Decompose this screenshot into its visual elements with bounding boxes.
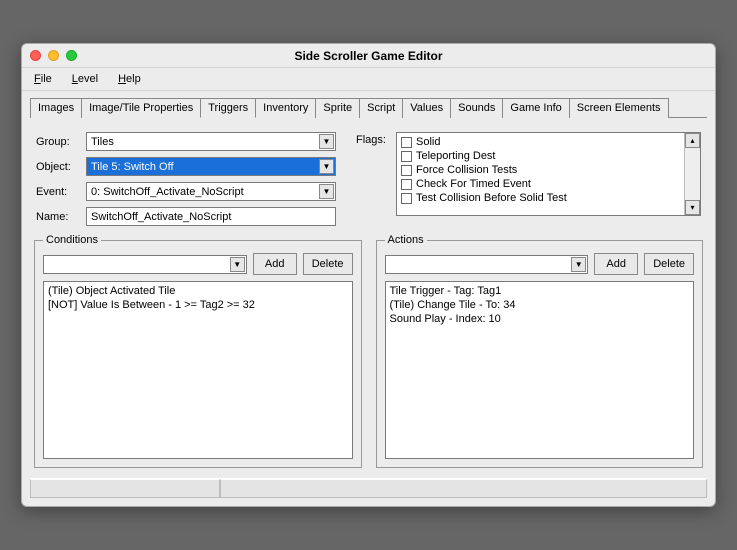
menu-level[interactable]: Level bbox=[68, 71, 102, 87]
conditions-add-button[interactable]: Add bbox=[253, 253, 297, 275]
conditions-group: Conditions ▼ Add Delete (Tile) Object Ac… bbox=[34, 240, 362, 468]
zoom-icon[interactable] bbox=[66, 50, 77, 61]
conditions-combo[interactable]: ▼ bbox=[43, 255, 247, 274]
chevron-down-icon[interactable]: ▼ bbox=[319, 184, 334, 199]
status-cell bbox=[30, 479, 220, 498]
flag-item[interactable]: Force Collision Tests bbox=[401, 163, 680, 177]
menu-file[interactable]: File bbox=[30, 71, 56, 87]
checkbox-icon[interactable] bbox=[401, 179, 412, 190]
name-field[interactable]: SwitchOff_Activate_NoScript bbox=[86, 207, 336, 226]
tab-inventory[interactable]: Inventory bbox=[255, 98, 316, 118]
scroll-down-icon[interactable]: ▾ bbox=[685, 200, 700, 215]
window-title: Side Scroller Game Editor bbox=[22, 49, 715, 63]
app-window: Side Scroller Game Editor File Level Hel… bbox=[21, 43, 716, 507]
flags-listbox[interactable]: Solid Teleporting Dest Force Collision T… bbox=[396, 132, 701, 216]
flag-item[interactable]: Teleporting Dest bbox=[401, 149, 680, 163]
flag-item[interactable]: Test Collision Before Solid Test bbox=[401, 191, 680, 205]
scroll-up-icon[interactable]: ▴ bbox=[685, 133, 700, 148]
conditions-legend: Conditions bbox=[43, 234, 101, 246]
checkbox-icon[interactable] bbox=[401, 193, 412, 204]
tab-image-tile-properties[interactable]: Image/Tile Properties bbox=[81, 98, 201, 118]
checkbox-icon[interactable] bbox=[401, 151, 412, 162]
titlebar: Side Scroller Game Editor bbox=[22, 44, 715, 68]
group-combo[interactable]: Tiles ▼ bbox=[86, 132, 336, 151]
chevron-down-icon[interactable]: ▼ bbox=[230, 257, 245, 272]
close-icon[interactable] bbox=[30, 50, 41, 61]
list-item[interactable]: (Tile) Object Activated Tile bbox=[48, 284, 348, 298]
list-item[interactable]: (Tile) Change Tile - To: 34 bbox=[390, 298, 690, 312]
minimize-icon[interactable] bbox=[48, 50, 59, 61]
event-combo[interactable]: 0: SwitchOff_Activate_NoScript ▼ bbox=[86, 182, 336, 201]
chevron-down-icon[interactable]: ▼ bbox=[319, 134, 334, 149]
tabstrip: Images Image/Tile Properties Triggers In… bbox=[30, 97, 707, 118]
event-combo-value: 0: SwitchOff_Activate_NoScript bbox=[91, 186, 244, 198]
actions-group: Actions ▼ Add Delete Tile Trigger - Tag:… bbox=[376, 240, 704, 468]
tab-script[interactable]: Script bbox=[359, 98, 403, 118]
conditions-list[interactable]: (Tile) Object Activated Tile [NOT] Value… bbox=[43, 281, 353, 459]
object-combo-value: Tile 5: Switch Off bbox=[91, 161, 174, 173]
label-object: Object: bbox=[36, 161, 86, 173]
label-group: Group: bbox=[36, 136, 86, 148]
checkbox-icon[interactable] bbox=[401, 165, 412, 176]
flags-scrollbar[interactable]: ▴ ▾ bbox=[684, 133, 700, 215]
actions-legend: Actions bbox=[385, 234, 427, 246]
status-bar bbox=[30, 478, 707, 498]
window-controls bbox=[30, 50, 77, 61]
menubar: File Level Help bbox=[22, 68, 715, 91]
tab-values[interactable]: Values bbox=[402, 98, 451, 118]
list-item[interactable]: Sound Play - Index: 10 bbox=[390, 312, 690, 326]
chevron-down-icon[interactable]: ▼ bbox=[571, 257, 586, 272]
checkbox-icon[interactable] bbox=[401, 137, 412, 148]
name-field-value: SwitchOff_Activate_NoScript bbox=[91, 211, 231, 223]
object-combo[interactable]: Tile 5: Switch Off ▼ bbox=[86, 157, 336, 176]
actions-delete-button[interactable]: Delete bbox=[644, 253, 694, 275]
tab-game-info[interactable]: Game Info bbox=[502, 98, 569, 118]
conditions-delete-button[interactable]: Delete bbox=[303, 253, 353, 275]
actions-list[interactable]: Tile Trigger - Tag: Tag1 (Tile) Change T… bbox=[385, 281, 695, 459]
tab-triggers[interactable]: Triggers bbox=[200, 98, 256, 118]
actions-add-button[interactable]: Add bbox=[594, 253, 638, 275]
chevron-down-icon[interactable]: ▼ bbox=[319, 159, 334, 174]
label-event: Event: bbox=[36, 186, 86, 198]
label-name: Name: bbox=[36, 211, 86, 223]
list-item[interactable]: Tile Trigger - Tag: Tag1 bbox=[390, 284, 690, 298]
flag-item[interactable]: Check For Timed Event bbox=[401, 177, 680, 191]
status-cell bbox=[220, 479, 707, 498]
group-combo-value: Tiles bbox=[91, 136, 114, 148]
tab-images[interactable]: Images bbox=[30, 98, 82, 118]
label-flags: Flags: bbox=[356, 132, 396, 232]
tab-sprite[interactable]: Sprite bbox=[315, 98, 360, 118]
tab-sounds[interactable]: Sounds bbox=[450, 98, 503, 118]
flag-item[interactable]: Solid bbox=[401, 135, 680, 149]
actions-combo[interactable]: ▼ bbox=[385, 255, 589, 274]
menu-help[interactable]: Help bbox=[114, 71, 145, 87]
tab-screen-elements[interactable]: Screen Elements bbox=[569, 98, 669, 118]
list-item[interactable]: [NOT] Value Is Between - 1 >= Tag2 >= 32 bbox=[48, 298, 348, 312]
